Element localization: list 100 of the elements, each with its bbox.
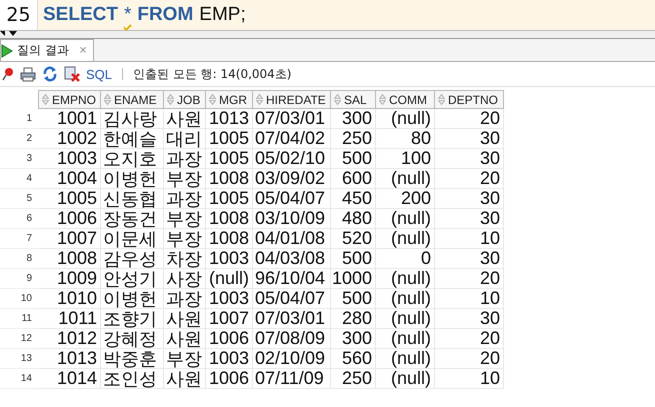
table-cell: 1006 xyxy=(206,329,253,349)
table-cell: 20 xyxy=(435,109,504,129)
table-cell: 200 xyxy=(376,189,435,209)
table-cell: 1013 xyxy=(206,109,253,129)
table-cell: 300 xyxy=(331,329,376,349)
column-header[interactable]: DEPTNO xyxy=(435,90,504,109)
table-cell: (null) xyxy=(206,269,253,289)
row-number: 8 xyxy=(0,249,38,269)
delete-icon[interactable] xyxy=(64,66,80,82)
table-cell: 1006 xyxy=(38,209,101,229)
table-cell: 100 xyxy=(376,149,435,169)
table-cell: 1007 xyxy=(38,229,101,249)
table-cell: 박중훈 xyxy=(101,349,164,369)
print-icon[interactable] xyxy=(20,66,36,82)
pin-icon[interactable] xyxy=(2,67,14,81)
table-cell: (null) xyxy=(376,349,435,369)
table-cell: 20 xyxy=(435,169,504,189)
column-header[interactable]: COMM xyxy=(376,90,435,109)
row-number: 13 xyxy=(0,349,38,369)
row-number: 2 xyxy=(0,129,38,149)
sql-warning-token: * xyxy=(124,4,132,26)
table-cell: 1000 xyxy=(331,269,376,289)
refresh-icon[interactable] xyxy=(42,66,58,82)
table-cell: 1009 xyxy=(38,269,101,289)
table-cell: 1001 xyxy=(38,109,101,129)
table-cell: 1013 xyxy=(38,349,101,369)
table-cell: (null) xyxy=(376,169,435,189)
table-cell: 조향기 xyxy=(101,309,164,329)
table-cell: 500 xyxy=(331,249,376,269)
row-number: 7 xyxy=(0,229,38,249)
sql-identifier: EMP; xyxy=(199,4,246,26)
column-header[interactable]: SAL xyxy=(331,90,376,109)
row-number: 5 xyxy=(0,189,38,209)
column-header[interactable]: MGR xyxy=(206,90,253,109)
table-cell: 1002 xyxy=(38,129,101,149)
table-cell: (null) xyxy=(376,289,435,309)
table-cell: 480 xyxy=(331,209,376,229)
table-cell: 장동건 xyxy=(101,209,164,229)
row-number: 9 xyxy=(0,269,38,289)
table-cell: 10 xyxy=(435,369,504,389)
table-cell: 96/10/04 xyxy=(253,269,331,289)
results-tab[interactable]: 질의 결과 × xyxy=(0,39,94,61)
table-cell: 30 xyxy=(435,209,504,229)
column-header[interactable]: EMPNO xyxy=(38,90,101,109)
column-header[interactable]: HIREDATE xyxy=(253,90,331,109)
table-cell: 500 xyxy=(331,289,376,309)
row-number: 6 xyxy=(0,209,38,229)
table-cell: 20 xyxy=(435,349,504,369)
table-cell: 250 xyxy=(331,129,376,149)
table-cell: 520 xyxy=(331,229,376,249)
sort-icon xyxy=(334,94,341,105)
column-header[interactable]: JOB xyxy=(164,90,206,109)
close-icon[interactable]: × xyxy=(78,45,88,56)
table-cell: 1008 xyxy=(206,229,253,249)
table-cell: 05/02/10 xyxy=(253,149,331,169)
table-cell: 부장 xyxy=(164,229,206,249)
table-cell: 10 xyxy=(435,289,504,309)
sql-link[interactable]: SQL xyxy=(86,66,112,82)
table-cell: 1005 xyxy=(206,129,253,149)
table-cell: 사원 xyxy=(164,329,206,349)
table-cell: 1010 xyxy=(38,289,101,309)
table-cell: 20 xyxy=(435,329,504,349)
table-cell: 사원 xyxy=(164,309,206,329)
table-cell: 07/03/01 xyxy=(253,309,331,329)
table-cell: 07/11/09 xyxy=(253,369,331,389)
play-icon xyxy=(1,44,13,58)
table-cell: 과장 xyxy=(164,149,206,169)
table-cell: 부장 xyxy=(164,349,206,369)
table-cell: 1005 xyxy=(206,189,253,209)
table-cell: 1005 xyxy=(38,189,101,209)
column-header[interactable]: ENAME xyxy=(101,90,164,109)
table-cell: 250 xyxy=(331,369,376,389)
row-number: 14 xyxy=(0,369,38,389)
table-cell: 1003 xyxy=(206,349,253,369)
row-number: 12 xyxy=(0,329,38,349)
row-number: 10 xyxy=(0,289,38,309)
row-number: 4 xyxy=(0,169,38,189)
table-cell: 1003 xyxy=(206,289,253,309)
table-cell: 김사랑 xyxy=(101,109,164,129)
table-cell: 10 xyxy=(435,229,504,249)
sort-icon xyxy=(379,94,386,105)
table-cell: 600 xyxy=(331,169,376,189)
sort-icon xyxy=(438,94,445,105)
table-cell: 과장 xyxy=(164,189,206,209)
table-cell: 한예슬 xyxy=(101,129,164,149)
table-cell: 사장 xyxy=(164,269,206,289)
table-cell: 대리 xyxy=(164,129,206,149)
table-cell: 1014 xyxy=(38,369,101,389)
collapse-arrows-icon xyxy=(0,31,18,37)
sql-keyword: FROM xyxy=(137,4,194,26)
tab-label: 질의 결과 xyxy=(17,42,69,59)
table-cell: 1008 xyxy=(38,249,101,269)
table-cell: 03/10/09 xyxy=(253,209,331,229)
table-cell: 80 xyxy=(376,129,435,149)
table-cell: 감우성 xyxy=(101,249,164,269)
sort-icon xyxy=(167,94,174,105)
table-cell: 1003 xyxy=(206,249,253,269)
table-cell: 이병헌 xyxy=(101,289,164,309)
fetch-status: 인출된 모든 행: 14(0,004초) xyxy=(133,66,292,82)
table-cell: 부장 xyxy=(164,209,206,229)
